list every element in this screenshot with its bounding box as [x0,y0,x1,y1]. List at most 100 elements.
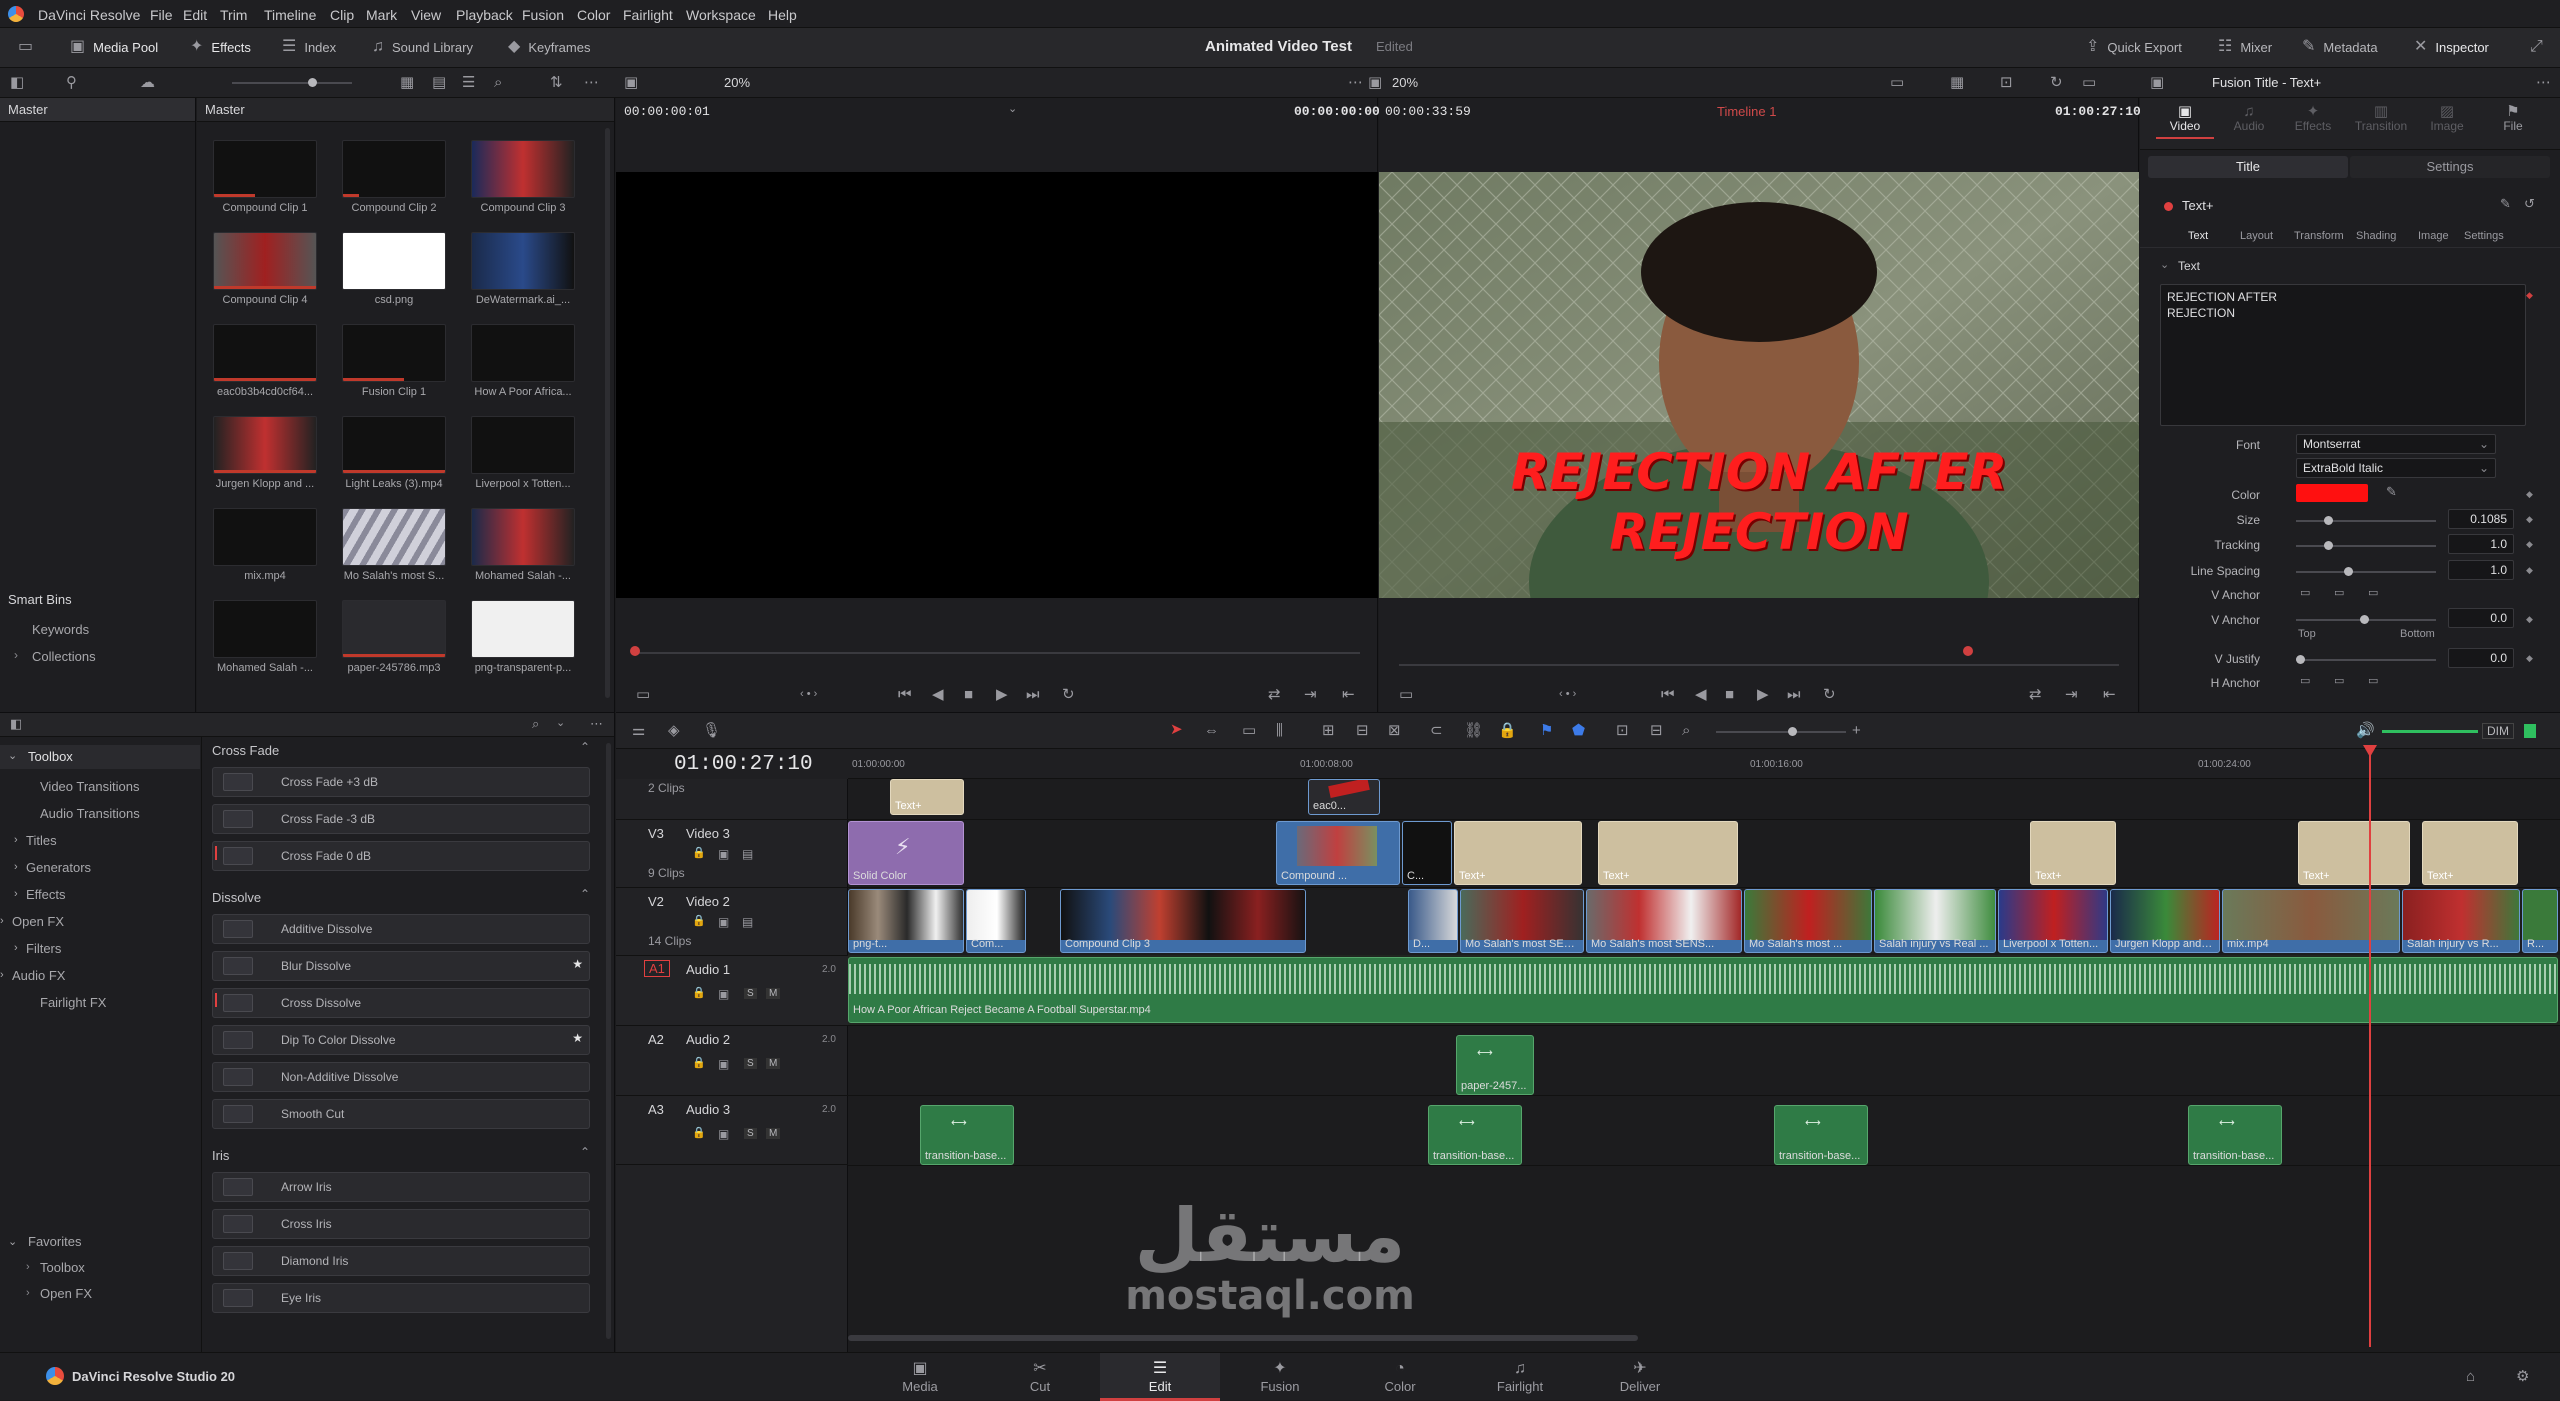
tab-audio[interactable]: ♫ Audio [2220,104,2278,133]
source-stop-icon[interactable]: ■ [964,687,973,702]
track-a2-autoselect-icon[interactable]: ▣ [718,1058,729,1070]
text-tab-text[interactable]: Text [2188,230,2208,242]
timeline-clip-transition-2[interactable]: ⟷ transition-base... [1428,1105,1522,1165]
cloud-icon[interactable]: ☁ [140,75,155,90]
timeline-clip-r[interactable]: R... [2522,889,2558,953]
effects-tree-item[interactable]: Generators [26,860,91,875]
effect-item[interactable]: Arrow Iris [212,1172,590,1202]
effect-item[interactable]: Smooth Cut [212,1099,590,1129]
effects-section-header[interactable]: Cross Fade [212,743,279,758]
track-v3-header[interactable]: V3 Video 3 🔒 ▣ ▤ 9 Clips [616,819,848,887]
size-slider[interactable] [2296,516,2436,525]
expand-button[interactable]: ⤢ [2530,39,2543,55]
effects-tree-item[interactable]: Effects [26,887,66,902]
replace-clip-icon[interactable]: ⊠ [1388,723,1401,738]
menu-edit[interactable]: Edit [183,7,207,23]
track-v2-header[interactable]: V2 Video 2 🔒 ▣ ▤ 14 Clips [616,887,848,955]
media-pool-clip[interactable]: mix.mp4 [213,508,317,582]
effects-sidebar-toggle-icon[interactable]: ◧ [10,717,22,730]
timeline-view-mode-icon[interactable]: ▭ [1399,687,1413,702]
timeline-zoom-select[interactable]: 20% [1392,75,1418,90]
monitor-toggle-button[interactable]: ▭ [18,39,33,55]
link-icon[interactable]: ⚲ [66,75,77,90]
sidebar-toggle-icon[interactable]: ◧ [10,75,24,90]
timeline-clip-mo-1[interactable]: Mo Salah's most SEN... [1460,889,1584,953]
track-a1-header[interactable]: A1 Audio 1 2.0 🔒 ▣ S M [616,955,848,1025]
h-anchor-left-icon[interactable]: ▭ [2300,676,2310,687]
favorites-header[interactable]: Favorites [28,1234,81,1249]
timeline-reverse-icon[interactable]: ◀ [1695,687,1707,702]
tracking-slider[interactable] [2296,541,2436,550]
font-select[interactable]: Montserrat ⌄ [2296,434,2496,454]
timeline-snap-icon[interactable]: ◈ [668,723,680,738]
menu-mark[interactable]: Mark [366,7,397,23]
media-pool-clip[interactable]: Fusion Clip 1 [342,324,446,398]
timeline-clip-png[interactable]: png-t... [848,889,964,953]
track-a3-lock-icon[interactable]: 🔒 [692,1128,706,1139]
source-match-icon[interactable]: ⇄ [1268,687,1281,702]
effect-item[interactable]: Cross Dissolve [212,988,590,1018]
source-jog-icon[interactable]: ‹ • › [800,688,817,700]
timeline-clip-compound-3[interactable]: Compound Clip 3 [1060,889,1306,953]
keywords-bin[interactable]: Keywords [32,622,89,637]
text-section-chevron-icon[interactable]: ⌄ [2160,258,2169,271]
timeline-clip-salah-r[interactable]: Salah injury vs R... [2402,889,2520,953]
timeline-clip-text-5[interactable]: Text+ [2422,821,2518,885]
tree-chevron-icon[interactable]: › [14,942,18,954]
v-justify-keyframe-icon[interactable]: ◆ [2526,653,2533,664]
page-color[interactable]: ◔ Color [1340,1353,1460,1401]
home-icon[interactable]: ⌂ [2466,1369,2475,1384]
timeline-clip-liverpool-tottenham[interactable]: Liverpool x Totten... [1998,889,2108,953]
color-swatch[interactable] [2296,484,2368,502]
timeline-ruler[interactable]: 01:00:00:00 01:00:08:00 01:00:16:00 01:0… [848,749,2560,779]
timeline-first-frame-icon[interactable]: ⏮ [1661,687,1675,702]
menu-app[interactable]: DaVinci Resolve [38,7,140,23]
timeline-clip-text-4[interactable]: Text+ [2298,821,2410,885]
menu-workspace[interactable]: Workspace [686,7,756,23]
menu-file[interactable]: File [150,7,173,23]
tab-video[interactable]: ▣ Video [2156,104,2214,139]
overwrite-clip-icon[interactable]: ⊟ [1356,723,1369,738]
v-anchor-center-icon[interactable]: ▭ [2334,588,2344,599]
text-tab-layout[interactable]: Layout [2240,230,2273,242]
timeline-clip-mix[interactable]: mix.mp4 [2222,889,2400,953]
dynamic-trim-icon[interactable]: ▭ [1242,723,1256,738]
effects-tree-item[interactable]: Video Transitions [40,779,140,794]
effects-tree-item[interactable]: Fairlight FX [40,995,106,1010]
track-v3-visible-icon[interactable]: ▤ [742,848,753,860]
media-pool-clip[interactable]: Compound Clip 2 [342,140,446,214]
v-anchor-bottom-icon[interactable]: ▭ [2368,588,2378,599]
color-keyframe-icon[interactable]: ◆ [2526,489,2533,500]
timeline-zoom-slider[interactable] [1716,727,1846,736]
thumb-size-slider[interactable] [232,78,352,87]
page-fusion[interactable]: ✦ Fusion [1220,1353,1340,1401]
menu-trim[interactable]: Trim [220,7,247,23]
tab-effects[interactable]: ✦ Effects [2284,104,2342,133]
tab-transition[interactable]: ▥ Transition [2346,104,2416,133]
source-view-mode-icon[interactable]: ▭ [636,687,650,702]
timeline-video-frame[interactable]: REJECTION AFTER REJECTION [1379,172,2139,598]
tab-file[interactable]: ⚑ File [2484,104,2542,133]
style-select[interactable]: ExtraBold Italic ⌄ [2296,458,2496,478]
snapping-icon[interactable]: ⊂ [1430,723,1443,738]
marker-icon[interactable]: ⬟ [1572,723,1585,738]
media-pool-button[interactable]: ▣ Media Pool [70,39,158,55]
timeline-clip-com[interactable]: Com... [966,889,1026,953]
timeline-playhead[interactable] [2369,747,2371,1347]
trim-tool-icon[interactable]: ⇔ [1204,723,1219,738]
menu-timeline[interactable]: Timeline [264,7,316,23]
refresh-icon[interactable]: ↻ [2050,75,2063,90]
effect-item[interactable]: Non-Additive Dissolve [212,1062,590,1092]
effects-more-icon[interactable]: ⋯ [590,717,603,730]
source-dropdown-icon[interactable]: ⌄ [1008,104,1017,115]
source-more-icon[interactable]: ⋯ [1348,75,1363,90]
effects-search-icon[interactable]: ⌕ [532,717,539,730]
effect-item[interactable]: Additive Dissolve [212,914,590,944]
inspector-button[interactable]: ✕ Inspector [2414,39,2489,55]
media-pool-clip[interactable]: How A Poor Africa... [471,324,575,398]
text-keyframe-icon[interactable]: ◆ [2526,290,2533,301]
source-zoom-select[interactable]: 20% [724,75,750,90]
master-volume-slider[interactable] [2382,730,2478,733]
source-play-icon[interactable]: ▶ [996,687,1008,702]
effects-tree-item[interactable]: Open FX [12,914,64,929]
